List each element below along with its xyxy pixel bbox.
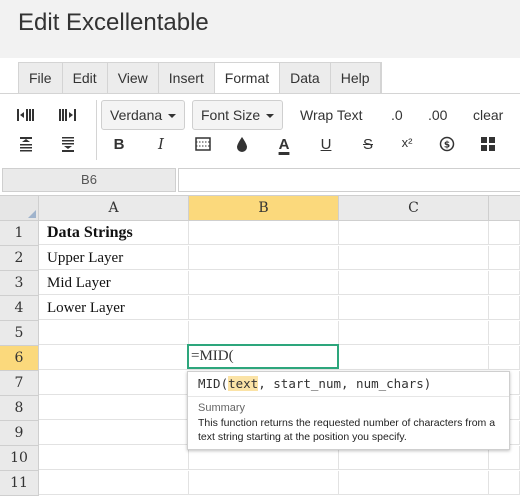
toolbar-divider [0, 93, 520, 94]
clear-format-button[interactable]: clear [473, 101, 503, 129]
font-family-dropdown[interactable]: Verdana [101, 100, 186, 130]
formula-input[interactable] [178, 168, 520, 192]
active-parameter: text [228, 376, 259, 391]
currency-icon[interactable]: $ [435, 132, 459, 156]
cell-c1[interactable] [339, 221, 489, 245]
function-autocomplete-popup: MID(text, start_num, num_chars) Summary … [187, 371, 510, 450]
row-header-7[interactable]: 7 [0, 371, 39, 396]
column-header-d[interactable] [489, 196, 520, 221]
tab-file[interactable]: File [19, 63, 63, 94]
row-header-9[interactable]: 9 [0, 421, 39, 446]
tab-help[interactable]: Help [331, 63, 381, 94]
menu-bar: File Edit View Insert Format Data Help [18, 62, 382, 94]
cell-a7[interactable] [39, 371, 189, 395]
fill-color-icon[interactable] [230, 132, 254, 156]
row-header-5[interactable]: 5 [0, 321, 39, 346]
tab-view[interactable]: View [108, 63, 159, 94]
cell-b1[interactable] [189, 221, 339, 245]
wrap-text-button[interactable]: Wrap Text [300, 101, 363, 129]
chevron-down-icon [266, 114, 275, 119]
tab-insert[interactable]: Insert [159, 63, 215, 94]
cell-b11[interactable] [189, 471, 339, 495]
indent-decrease-icon[interactable] [56, 103, 80, 127]
formula-bar: B6 [0, 168, 520, 192]
font-size-dropdown[interactable]: Font Size [192, 100, 284, 130]
underline-button[interactable]: U [314, 132, 338, 156]
text-color-button[interactable]: A [272, 132, 296, 156]
cell-d5[interactable] [489, 321, 520, 345]
cell-b2[interactable] [189, 246, 339, 270]
cell-d3[interactable] [489, 271, 520, 295]
cell-c6[interactable] [339, 346, 489, 370]
summary-text: This function returns the requested numb… [198, 417, 496, 443]
cell-b4[interactable] [189, 296, 339, 320]
row-header-10[interactable]: 10 [0, 446, 39, 471]
toolbar-separator [96, 100, 97, 160]
increase-decimal-button[interactable]: .00 [428, 101, 447, 129]
name-box[interactable]: B6 [2, 168, 176, 192]
italic-button[interactable]: I [149, 132, 173, 156]
svg-text:$: $ [444, 141, 450, 151]
cell-a5[interactable] [39, 321, 189, 345]
cell-a6[interactable] [39, 346, 189, 370]
corner-triangle-icon [28, 210, 36, 218]
cell-d4[interactable] [489, 296, 520, 320]
cell-a11[interactable] [39, 471, 189, 495]
decrease-decimal-button[interactable]: .0 [391, 101, 403, 129]
align-top-icon[interactable] [14, 132, 38, 156]
active-cell-editor[interactable]: =MID( [187, 344, 339, 369]
tab-edit[interactable]: Edit [63, 63, 108, 94]
spreadsheet-grid: A B C 1 2 3 4 5 6 7 8 9 10 11 Data Strin… [0, 195, 520, 496]
merge-cells-icon[interactable] [476, 132, 500, 156]
cell-d2[interactable] [489, 246, 520, 270]
cell-a4[interactable]: Lower Layer [39, 296, 189, 320]
font-family-value: Verdana [110, 107, 163, 123]
tab-format[interactable]: Format [214, 63, 281, 94]
popup-divider [188, 396, 509, 397]
column-header-c[interactable]: C [339, 196, 489, 221]
borders-icon[interactable] [191, 132, 215, 156]
row-header-6[interactable]: 6 [0, 346, 39, 371]
tab-data[interactable]: Data [280, 63, 331, 94]
remaining-parameters: , start_num, num_chars) [258, 376, 432, 391]
cell-b3[interactable] [189, 271, 339, 295]
cell-a10[interactable] [39, 446, 189, 470]
summary-heading: Summary [198, 402, 246, 414]
function-signature: MID(text, start_num, num_chars) [198, 376, 431, 391]
strikethrough-button[interactable]: S [356, 132, 380, 156]
column-header-b[interactable]: B [189, 196, 339, 221]
app-title: Edit Excellentable [18, 9, 209, 36]
column-header-a[interactable]: A [39, 196, 189, 221]
chevron-down-icon [168, 114, 177, 119]
cell-d6[interactable] [489, 346, 520, 370]
cell-c4[interactable] [339, 296, 489, 320]
cell-a9[interactable] [39, 421, 189, 445]
row-header-2[interactable]: 2 [0, 246, 39, 271]
cell-c3[interactable] [339, 271, 489, 295]
cell-b5[interactable] [189, 321, 339, 345]
row-header-3[interactable]: 3 [0, 271, 39, 296]
superscript-button[interactable]: x² [395, 130, 419, 154]
cell-a8[interactable] [39, 396, 189, 420]
cell-c11[interactable] [339, 471, 489, 495]
align-bottom-icon[interactable] [56, 132, 80, 156]
cell-d1[interactable] [489, 221, 520, 245]
function-name: MID( [198, 376, 229, 391]
cell-a1[interactable]: Data Strings [39, 221, 189, 245]
cell-a2[interactable]: Upper Layer [39, 246, 189, 270]
row-header-1[interactable]: 1 [0, 221, 39, 246]
indent-increase-icon[interactable] [14, 103, 38, 127]
cell-a3[interactable]: Mid Layer [39, 271, 189, 295]
row-header-8[interactable]: 8 [0, 396, 39, 421]
font-size-value: Font Size [201, 107, 261, 123]
cell-d11[interactable] [489, 471, 520, 495]
row-header-4[interactable]: 4 [0, 296, 39, 321]
select-all-corner[interactable] [0, 196, 39, 221]
row-header-11[interactable]: 11 [0, 471, 39, 496]
cell-c2[interactable] [339, 246, 489, 270]
cell-c5[interactable] [339, 321, 489, 345]
bold-button[interactable]: B [107, 132, 131, 156]
title-bar: Edit Excellentable [0, 0, 520, 58]
cell-editor-text: =MID( [191, 348, 234, 364]
